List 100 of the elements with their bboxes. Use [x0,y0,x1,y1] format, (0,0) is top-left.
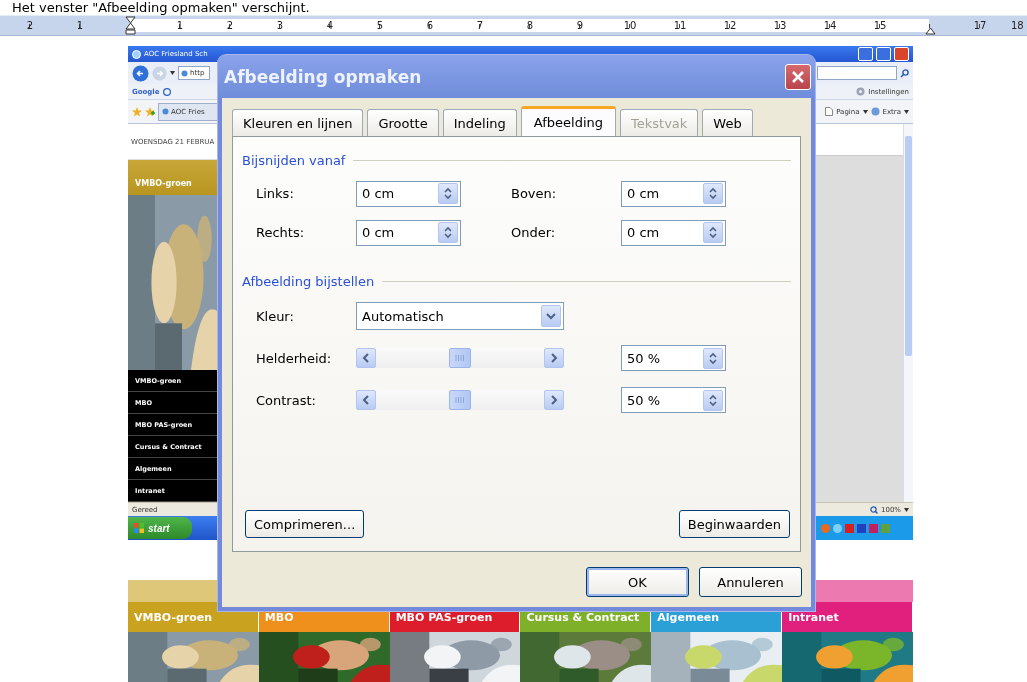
spin-button[interactable] [703,389,723,411]
field-label: Kleur: [256,308,295,324]
minimize-button[interactable] [858,47,873,61]
browser-logo-icon [132,49,141,59]
section-banner: VMBO-groen [128,160,218,195]
ruler-number: 6 [425,19,435,32]
field-label: Contrast: [256,392,317,408]
search-field[interactable] [817,66,897,80]
page-icon [181,69,188,77]
back-button[interactable] [132,64,149,82]
scrollbar[interactable] [903,124,913,502]
slider-thumb[interactable] [449,390,471,410]
search-icon[interactable] [900,68,909,78]
spin-field[interactable]: 0 cm [621,219,726,246]
chevron-right-icon[interactable] [550,353,558,363]
spin-field[interactable]: 0 cm [621,180,726,207]
ruler-number: 18 [1010,19,1025,32]
scroll-left-button[interactable] [356,348,376,368]
caret-icon[interactable] [862,109,868,114]
star-icon[interactable] [132,106,142,117]
gear-icon [870,107,880,116]
gear-icon [856,87,866,96]
maximize-button[interactable] [876,47,891,61]
windows-flag-icon [134,523,144,533]
slider[interactable] [356,347,564,369]
spin-button[interactable] [703,347,723,369]
slider-thumb[interactable] [449,348,471,368]
ruler-number: 4 [325,19,335,32]
ruler-number: 1 [175,19,185,32]
spin-arrows-icon[interactable] [443,186,453,201]
ruler-number: 7 [475,19,485,32]
spin-button[interactable] [438,222,458,243]
add-favorite-icon[interactable] [145,106,155,117]
field-label: Onder: [511,225,557,240]
ruler-number: 5 [375,19,385,32]
caret-icon[interactable] [170,71,175,75]
group-heading: Bijsnijden vanaf [242,152,346,168]
spin-button[interactable] [703,222,723,243]
close-button[interactable] [785,63,811,90]
ruler-number: 10 [622,19,638,32]
indent-marker-icon[interactable] [124,16,136,35]
field-label: Rechts: [256,225,306,240]
spin-field[interactable]: 50 % [621,345,726,371]
field-label: Boven: [511,186,558,201]
scroll-right-button[interactable] [544,348,564,368]
ruler-number: 2 [25,19,35,32]
spin-arrows-icon[interactable] [708,350,718,366]
caret-icon[interactable] [904,109,909,114]
field-label: Links: [256,186,295,201]
tab[interactable]: Web [702,109,753,136]
tab[interactable]: Grootte [367,109,439,136]
ruler-number: 12 [722,19,738,32]
spin-field[interactable]: 0 cm [356,180,461,207]
chevron-right-icon[interactable] [550,395,558,405]
grip-icon[interactable] [455,396,465,404]
spin-arrows-icon[interactable] [708,225,718,240]
ruler-number: 13 [772,19,788,32]
dropdown[interactable]: Automatisch [356,302,564,330]
ruler-number: 11 [672,19,688,32]
ruler-number: 14 [822,19,838,32]
scroll-right-button[interactable] [544,390,564,410]
ruler-number: 1 [75,19,85,32]
close-button[interactable] [894,47,909,61]
tab[interactable]: Indeling [442,109,517,136]
spin-arrows-icon[interactable] [708,186,718,201]
dialog-button[interactable]: Annuleren [699,567,802,597]
ruler-number: 3 [275,19,285,32]
dropdown-button[interactable] [541,305,561,327]
search-icon[interactable] [162,87,171,96]
chevron-left-icon[interactable] [362,353,370,363]
spin-field[interactable]: 0 cm [356,219,461,246]
page-icon [825,107,834,116]
chevron-left-icon[interactable] [362,395,370,405]
spin-arrows-icon[interactable] [708,392,718,408]
caption-text: Het venster "Afbeelding opmaken" verschijnt. [11,0,311,15]
grip-icon[interactable] [455,354,465,362]
dialog-button[interactable]: OK [586,567,689,597]
spin-button[interactable] [438,183,458,204]
spin-arrows-icon[interactable] [443,225,453,240]
tab[interactable]: Afbeelding [520,106,616,136]
close-icon[interactable] [791,69,805,84]
ruler-number: 8 [525,19,535,32]
caret-icon[interactable] [904,507,909,512]
panel-button[interactable]: Comprimeren... [245,510,365,538]
chevron-down-icon[interactable] [546,312,556,320]
ruler-number: 2 [225,19,235,32]
indent-marker-icon[interactable] [924,26,936,35]
dialog-title: Afbeelding opmaken [224,66,422,87]
ruler-number: 9 [575,19,585,32]
page-icon [162,108,169,115]
spin-button[interactable] [703,183,723,204]
ruler-number: 17 [972,19,988,32]
category-tab[interactable]: Intranet [782,602,913,632]
ruler-number: 15 [872,19,888,32]
field-label: Helderheid: [256,350,333,366]
tab[interactable]: Kleuren en lijnen [232,109,364,136]
spin-field[interactable]: 50 % [621,387,726,413]
slider[interactable] [356,389,564,411]
scroll-left-button[interactable] [356,390,376,410]
panel-button[interactable]: Beginwaarden [678,510,790,538]
